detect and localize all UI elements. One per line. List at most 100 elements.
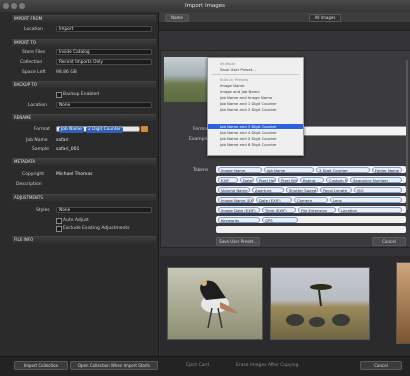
- menu-item-job-3-digit[interactable]: Job Name and 3 Digit Counter: [208, 124, 303, 129]
- exclude-existing-checkbox[interactable]: [56, 226, 62, 232]
- token-date-time[interactable]: Date/Time: [240, 177, 254, 183]
- menu-item-job-1-digit[interactable]: Job Name and 1 Digit Counter: [220, 101, 277, 106]
- section-file-info[interactable]: FILE INFO: [12, 236, 156, 243]
- menu-item-job-2-digit[interactable]: Job Name and 2 Digit Counter: [220, 107, 277, 112]
- token-row: [216, 226, 406, 233]
- section-import-from[interactable]: IMPORT FROM: [12, 15, 156, 22]
- token-keywords[interactable]: Keywords: [218, 217, 260, 223]
- store-files-select[interactable]: Inside Catalog: [56, 49, 152, 55]
- exclude-existing-label: Exclude Existing Adjustments: [63, 226, 130, 231]
- open-collection-checkbox[interactable]: Open Collection When Import Starts: [70, 361, 158, 370]
- token-pixel-height[interactable]: Pixel Height: [256, 177, 276, 183]
- token-volume-name[interactable]: Volume Name: [218, 187, 250, 193]
- token-rating[interactable]: Rating: [300, 177, 324, 183]
- import-collection-select[interactable]: Import Collection: [14, 361, 68, 370]
- format-preset-button[interactable]: [141, 126, 148, 132]
- format-token-counter[interactable]: 2 Digit Counter: [86, 127, 123, 133]
- token-aperture[interactable]: Aperture: [252, 187, 284, 193]
- store-files-label: Store Files: [22, 50, 46, 55]
- token-3-digit-counter[interactable]: 3 Digit Counter: [316, 167, 370, 173]
- format-token-job-name[interactable]: Job Name: [59, 127, 84, 133]
- token-shutter-speed[interactable]: Shutter Speed: [286, 187, 318, 193]
- token-sequence-number[interactable]: Sequence Number: [350, 177, 402, 183]
- section-import-to[interactable]: IMPORT TO: [12, 39, 156, 46]
- menu-item-job-4-digit[interactable]: Job Name and 4 Digit Counter: [220, 130, 277, 135]
- auto-adjust-checkbox[interactable]: [56, 218, 62, 224]
- section-rename[interactable]: RENAME: [12, 114, 156, 121]
- browser-column-bar: [159, 22, 410, 31]
- save-user-preset-button[interactable]: Save User Preset...: [216, 237, 260, 246]
- job-name-label: Job Name: [26, 138, 48, 143]
- token-time-exif[interactable]: Time (EXIF): [262, 207, 296, 213]
- elephants-icon: [286, 284, 350, 327]
- preset-menu[interactable]: Multiple Save User Preset... Built-in Pr…: [207, 57, 304, 156]
- collection-label: Collection: [20, 60, 43, 65]
- dialog-example-label: Example: [189, 137, 209, 142]
- token-file-extension[interactable]: File Extension: [298, 207, 336, 213]
- window-title: Import Images: [184, 3, 226, 9]
- token-image-name-exif[interactable]: Image Name (EXIF): [218, 197, 254, 203]
- tokens-label: Tokens: [193, 168, 209, 173]
- menu-item-image-name[interactable]: Image Name: [220, 83, 244, 88]
- section-backup-to[interactable]: BACKUP TO: [12, 81, 156, 88]
- token-camera[interactable]: Camera: [294, 197, 328, 203]
- menu-separator: [212, 74, 299, 75]
- token-exif[interactable]: EXIF: [218, 177, 238, 183]
- collection-select[interactable]: Recent Imports Only: [56, 59, 152, 65]
- menu-item-multiple: Multiple: [220, 61, 236, 66]
- auto-adjust-label: Auto Adjust: [63, 218, 89, 223]
- dialog-cancel-button[interactable]: Cancel: [372, 237, 406, 246]
- token-custom-name[interactable]: Custom Name: [326, 177, 348, 183]
- sort-name-button[interactable]: Name: [165, 14, 189, 22]
- format-token-field[interactable]: Job Name 2 Digit Counter: [56, 126, 140, 133]
- sample-label: Sample: [32, 147, 49, 152]
- token-iso[interactable]: ISO: [354, 187, 402, 193]
- preview-thumbnail: [164, 57, 213, 102]
- filter-all-images-button[interactable]: All Images: [309, 14, 341, 22]
- token-focal-length[interactable]: Focal Length: [320, 187, 352, 193]
- eject-card-label[interactable]: Eject Card: [186, 363, 209, 368]
- token-location[interactable]: Location: [338, 207, 402, 213]
- menu-item-job-6-digit[interactable]: Job Name and 6 Digit Counter: [220, 142, 277, 147]
- menu-header-built-in: Built-in Presets: [220, 77, 249, 82]
- token-folder-name[interactable]: Folder Name: [372, 167, 402, 173]
- copyright-value[interactable]: Michael Thomas: [56, 172, 93, 177]
- copyright-label: Copyright: [22, 172, 44, 177]
- backup-location-label: Location: [28, 103, 48, 108]
- thumbnail-grid: [160, 256, 410, 356]
- thumbnail-partial[interactable]: [396, 262, 410, 344]
- backup-location-select[interactable]: None: [56, 102, 152, 108]
- import-cancel-button[interactable]: Cancel: [360, 361, 402, 370]
- space-left-value: 98.86 GB: [56, 70, 77, 75]
- backup-enabled-checkbox[interactable]: [56, 92, 62, 98]
- location-field[interactable]: Import: [56, 26, 152, 32]
- space-left-label: Space Left: [22, 70, 46, 75]
- token-gps[interactable]: GPS: [262, 217, 298, 223]
- token-image-name[interactable]: Image Name: [218, 167, 262, 173]
- section-adjustments[interactable]: ADJUSTMENTS: [12, 194, 156, 201]
- bottom-bar: Import Collection Open Collection When I…: [0, 356, 410, 376]
- location-label: Location: [24, 27, 44, 32]
- menu-item-job-5-digit[interactable]: Job Name and 5 Digit Counter: [220, 136, 277, 141]
- erase-images-label[interactable]: Erase Images After Copying: [236, 363, 298, 368]
- styles-select[interactable]: None: [56, 207, 152, 213]
- menu-item-save-preset[interactable]: Save User Preset...: [220, 67, 256, 72]
- description-label: Description: [16, 182, 42, 187]
- token-pixel-width[interactable]: Pixel Width: [278, 177, 298, 183]
- section-metadata[interactable]: METADATA: [12, 158, 156, 165]
- sample-value: safari_001: [56, 147, 80, 152]
- import-sidebar: IMPORT FROM Location Import IMPORT TO St…: [0, 12, 159, 356]
- token-lens[interactable]: Lens: [330, 197, 402, 203]
- menu-item-job-and-image[interactable]: Job Name and Image Name: [220, 95, 272, 100]
- thumbnail-elephants[interactable]: [270, 267, 370, 340]
- format-label: Format: [34, 127, 50, 132]
- token-date-exif[interactable]: Date (EXIF): [256, 197, 292, 203]
- job-name-value[interactable]: safari: [56, 138, 69, 143]
- menu-item-image-and-job[interactable]: Image and Job Name: [220, 89, 260, 94]
- thumbnail-crane[interactable]: [167, 267, 263, 340]
- crane-bird-icon: [168, 268, 262, 339]
- dialog-scrollbar[interactable]: [406, 60, 408, 210]
- token-job-name[interactable]: Job Name: [264, 167, 314, 173]
- token-image-date-exif[interactable]: Image Date (EXIF): [218, 207, 260, 213]
- styles-label: Styles: [36, 208, 50, 213]
